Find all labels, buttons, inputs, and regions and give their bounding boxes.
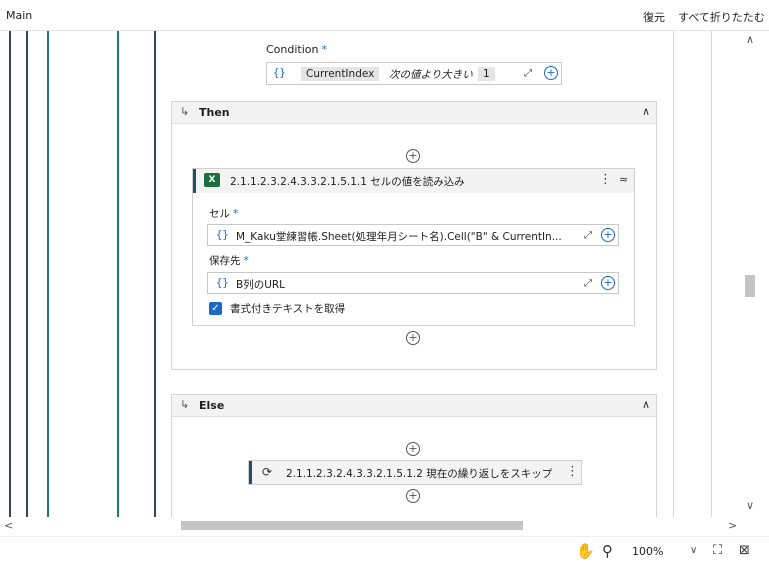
condition-operator[interactable]: 次の値より大きい <box>389 67 473 82</box>
add-variable-icon[interactable]: + <box>601 276 615 290</box>
formatted-text-label: 書式付きテキストを取得 <box>230 303 346 315</box>
condition-value-chip[interactable]: 1 <box>478 67 495 81</box>
add-variable-icon[interactable]: + <box>601 228 615 242</box>
condition-label-text: Condition <box>266 43 319 56</box>
app-window: Main 復元 すべて折りたたむ Condition * {} CurrentIn… <box>0 0 769 566</box>
loop-skip-icon: ⟳ <box>262 465 273 479</box>
add-action-icon[interactable]: + <box>406 331 420 345</box>
cell-value[interactable]: M_Kaku堂練習帳.Sheet(処理年月シート名).Cell("B" & Cu… <box>236 229 576 244</box>
top-bar: Main 復元 すべて折りたたむ <box>0 0 769 31</box>
variable-brace-icon[interactable]: {} <box>273 67 286 79</box>
cell-field[interactable]: {} M_Kaku堂練習帳.Sheet(処理年月シート名).Cell("B" &… <box>207 224 619 246</box>
add-action-icon[interactable]: + <box>406 149 420 163</box>
more-menu-icon[interactable]: ⋮ <box>566 464 579 479</box>
cell-label: セル * <box>209 206 238 221</box>
branch-arrow-icon: ↳ <box>180 105 190 118</box>
chevron-down-icon[interactable]: ∨ <box>690 545 697 556</box>
horizontal-scroll-thumb[interactable] <box>181 521 523 530</box>
action-card-header[interactable]: ⟳ 2.1.1.2.3.2.4.3.3.2.1.5.1.2 現在の繰り返しをスキ… <box>249 461 581 484</box>
nest-line <box>9 31 11 517</box>
nest-line <box>154 31 156 517</box>
chevron-up-icon[interactable]: ∧ <box>642 398 650 411</box>
scroll-down-icon[interactable]: ∨ <box>746 499 754 512</box>
horizontal-scrollbar[interactable]: < > <box>0 517 742 535</box>
zoom-search-icon[interactable]: ⚲ <box>602 542 613 560</box>
condition-field[interactable]: {} CurrentIndex 次の値より大きい 1 ⤢ + <box>266 62 562 85</box>
nest-line <box>26 31 28 517</box>
fit-to-screen-icon[interactable]: ⛶ <box>713 543 722 558</box>
add-action-icon[interactable]: + <box>406 489 420 503</box>
save-label-text: 保存先 <box>209 255 241 267</box>
vertical-scrollbar[interactable]: ∧ ∨ <box>742 31 762 517</box>
branch-arrow-icon: ↳ <box>180 398 190 411</box>
condition-variable-chip[interactable]: CurrentIndex <box>301 67 380 81</box>
expand-editor-icon[interactable]: ⤢ <box>584 278 592 289</box>
vertical-scroll-thumb[interactable] <box>745 275 755 297</box>
else-section-header[interactable]: ↳ Else ∧ <box>172 395 656 417</box>
condition-label: Condition * <box>266 43 327 56</box>
expand-editor-icon[interactable]: ⤢ <box>524 68 532 79</box>
variable-brace-icon[interactable]: {} <box>216 229 229 241</box>
more-menu-icon[interactable]: ⋮ <box>599 172 612 187</box>
variable-brace-icon[interactable]: {} <box>216 277 229 289</box>
save-label: 保存先 * <box>209 253 249 268</box>
collapse-all-button[interactable]: すべて折りたたむ <box>678 9 765 25</box>
add-action-icon[interactable]: + <box>406 442 420 456</box>
else-section: ↳ Else ∧ + ⟳ 2.1.1.2.3.2.4.3.3.2.1.5.1.2… <box>171 394 657 517</box>
required-mark: * <box>321 43 328 56</box>
zoom-level[interactable]: 100% <box>632 545 663 558</box>
read-cell-action-card[interactable]: X 2.1.1.2.3.2.4.3.3.2.1.5.1.1 セルの値を読み込み … <box>192 168 635 326</box>
expand-view-icon[interactable]: ⊠ <box>739 543 750 558</box>
scroll-left-icon[interactable]: < <box>4 519 13 532</box>
then-section-header[interactable]: ↳ Then ∧ <box>172 102 656 124</box>
flow-canvas: Condition * {} CurrentIndex 次の値より大きい 1 ⤢ … <box>0 31 742 517</box>
add-variable-icon[interactable]: + <box>544 66 558 80</box>
then-label: Then <box>199 106 230 119</box>
expand-editor-icon[interactable]: ⤢ <box>584 230 592 241</box>
collapse-card-icon[interactable]: ≈ <box>619 173 628 186</box>
cell-label-text: セル <box>209 208 230 220</box>
nest-line <box>117 31 119 517</box>
else-label: Else <box>199 399 225 412</box>
action-title: 2.1.1.2.3.2.4.3.3.2.1.5.1.2 現在の繰り返しをスキップ <box>286 468 553 480</box>
chevron-up-icon[interactable]: ∧ <box>642 105 650 118</box>
nest-line <box>673 31 674 517</box>
hand-pan-icon[interactable]: ✋ <box>576 542 595 560</box>
page-title: Main <box>6 9 33 22</box>
nest-line <box>47 31 49 517</box>
skip-iteration-action-card[interactable]: ⟳ 2.1.1.2.3.2.4.3.3.2.1.5.1.2 現在の繰り返しをスキ… <box>248 460 582 485</box>
save-to-field[interactable]: {} B列のURL ⤢ <box>207 272 619 294</box>
required-mark: * <box>243 255 249 267</box>
scroll-up-icon[interactable]: ∧ <box>746 33 754 46</box>
required-mark: * <box>233 208 239 220</box>
excel-icon: X <box>204 173 220 187</box>
scroll-right-icon[interactable]: > <box>728 519 737 532</box>
restore-button[interactable]: 復元 <box>643 9 665 25</box>
status-bar: ✋ ⚲ 100% ∨ ⛶ ⊠ <box>0 536 769 566</box>
action-card-header[interactable]: X 2.1.1.2.3.2.4.3.3.2.1.5.1.1 セルの値を読み込み … <box>193 169 634 193</box>
nest-line <box>711 31 712 517</box>
then-section: ↳ Then ∧ + X 2.1.1.2.3.2.4.3.3.2.1.5.1.1… <box>171 101 657 370</box>
action-title: 2.1.1.2.3.2.4.3.3.2.1.5.1.1 セルの値を読み込み <box>230 176 465 188</box>
save-to-value[interactable]: B列のURL <box>236 277 536 292</box>
formatted-text-checkbox[interactable]: ✓ <box>209 302 222 315</box>
